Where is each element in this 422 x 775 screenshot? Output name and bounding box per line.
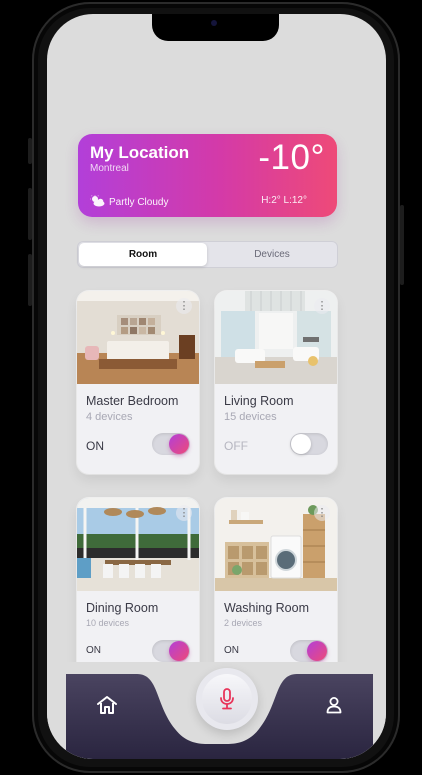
room-name: Master Bedroom [86, 394, 179, 408]
room-name: Dining Room [86, 601, 159, 615]
device-count: 4 devices [86, 411, 133, 423]
more-options-icon[interactable]: ⋮ [314, 505, 330, 521]
room-name: Washing Room [224, 601, 309, 615]
tab-devices[interactable]: Devices [208, 243, 336, 266]
power-toggle[interactable] [290, 433, 328, 455]
microphone-icon [202, 674, 252, 724]
more-options-icon[interactable]: ⋮ [176, 298, 192, 314]
device-count: 2 devices [224, 618, 263, 628]
condition-label: Partly Cloudy [109, 197, 169, 208]
power-state: ON [224, 645, 239, 656]
app-screen: My Location Montreal -10° Partly Cloudy … [47, 14, 386, 759]
toggle-knob [169, 434, 189, 454]
device-count: 10 devices [86, 618, 130, 628]
room-devices-toggle: Room Devices [77, 241, 338, 268]
front-camera [211, 20, 217, 26]
toggle-knob [291, 434, 311, 454]
device-count: 15 devices [224, 411, 277, 423]
home-icon [96, 695, 118, 720]
more-options-icon[interactable]: ⋮ [176, 505, 192, 521]
power-toggle[interactable] [152, 640, 190, 662]
toggle-knob [169, 641, 189, 661]
power-state: OFF [224, 439, 248, 453]
profile-button[interactable] [319, 692, 349, 722]
more-options-icon[interactable]: ⋮ [314, 298, 330, 314]
room-card-dining-room[interactable]: ⋮ Dining Room 10 devices ON [77, 498, 199, 681]
weather-card[interactable]: My Location Montreal -10° Partly Cloudy … [78, 134, 337, 217]
tab-room[interactable]: Room [79, 243, 207, 266]
room-card-washing-room[interactable]: ⋮ Washing Room 2 devices ON [215, 498, 337, 681]
weather-condition: Partly Cloudy [90, 195, 168, 210]
power-button [400, 205, 404, 285]
temperature: -10° [258, 138, 325, 177]
power-state: ON [86, 645, 101, 656]
toggle-knob [307, 641, 327, 661]
high-low: H:2° L:12° [261, 195, 307, 206]
location-title: My Location [90, 143, 190, 162]
power-state: ON [86, 439, 104, 453]
user-icon [325, 696, 343, 719]
room-name: Living Room [224, 394, 294, 408]
home-button[interactable] [92, 692, 122, 722]
notch [152, 14, 279, 41]
room-card-master-bedroom[interactable]: ⋮ Master Bedroom 4 devices ON [77, 291, 199, 474]
power-toggle[interactable] [152, 433, 190, 455]
partly-cloudy-icon [90, 195, 106, 210]
voice-assistant-button[interactable] [196, 668, 258, 730]
power-toggle[interactable] [290, 640, 328, 662]
room-card-living-room[interactable]: ⋮ Living Room 15 devices OFF [215, 291, 337, 474]
location-city: Montreal [90, 163, 129, 174]
